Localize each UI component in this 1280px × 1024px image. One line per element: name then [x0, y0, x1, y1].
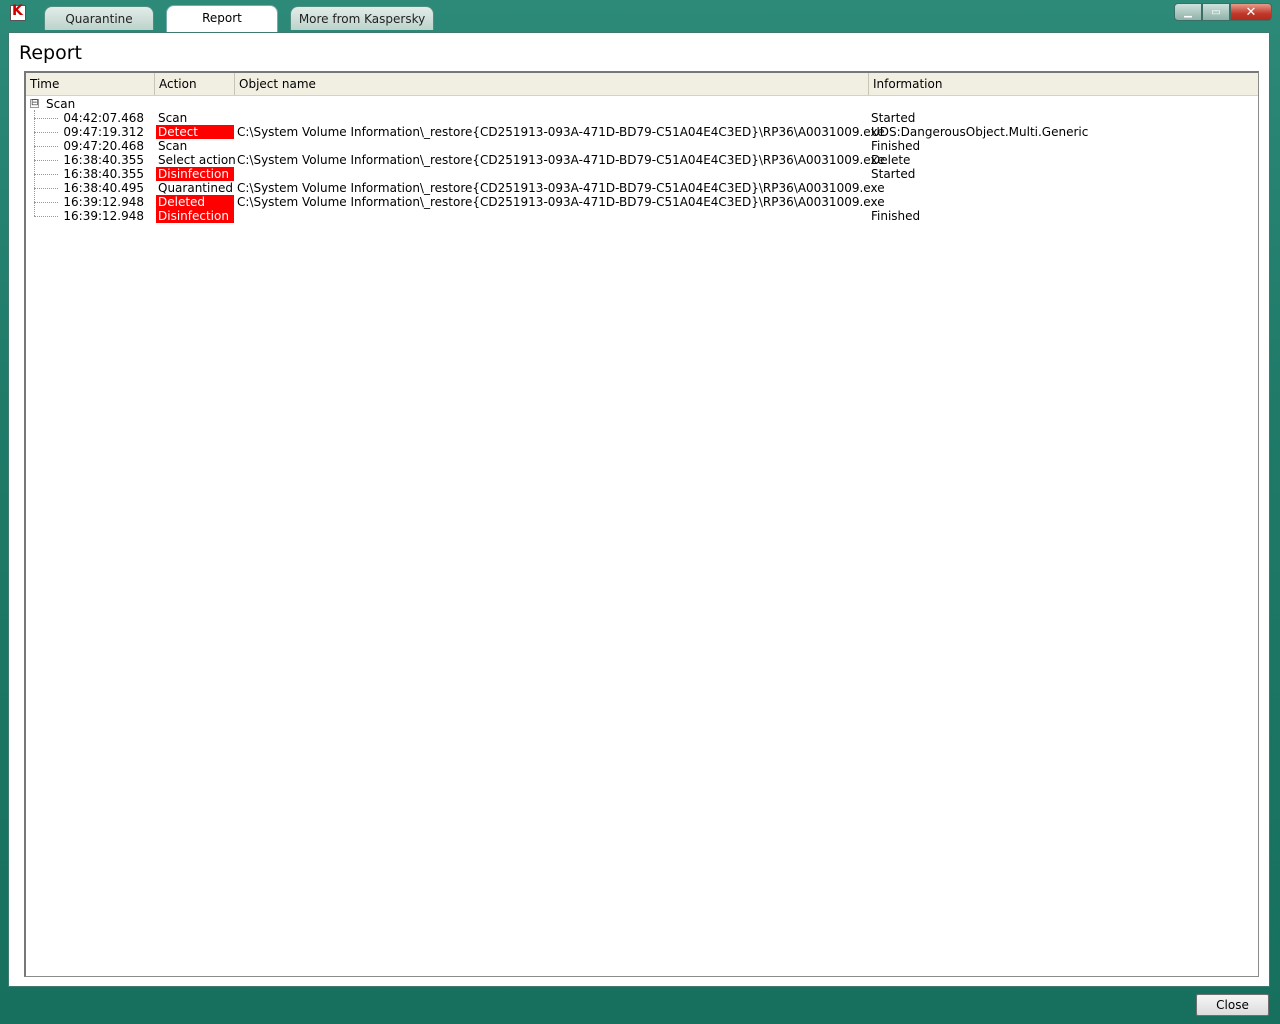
- column-header-time[interactable]: Time: [26, 73, 155, 95]
- cell-time: 04:42:07.468: [63, 111, 144, 125]
- cell-object-name: C:\System Volume Information\_restore{CD…: [237, 153, 885, 167]
- table-row[interactable]: 16:39:12.948 Deleted C:\System Volume Info…: [26, 195, 1258, 209]
- table-row[interactable]: 16:38:40.355 Disinfection Started: [26, 167, 1258, 181]
- table-row[interactable]: 09:47:19.312 Detect C:\System Volume Infor…: [26, 125, 1258, 139]
- maximize-button[interactable]: ▭: [1202, 3, 1230, 21]
- maximize-icon: ▭: [1211, 6, 1221, 18]
- tab-report[interactable]: Report: [166, 5, 278, 32]
- cell-time: 09:47:20.468: [63, 139, 144, 153]
- cell-action: Select action: [158, 153, 236, 167]
- cell-time: 16:39:12.948: [63, 209, 144, 223]
- tree-group-scan[interactable]: ⊟ Scan: [26, 97, 1258, 111]
- column-header-information[interactable]: Information: [869, 73, 1259, 95]
- cell-action: Detect: [156, 125, 234, 139]
- cell-information: Started: [871, 167, 916, 181]
- cell-information: UDS:DangerousObject.Multi.Generic: [871, 125, 1089, 139]
- cell-time: 16:38:40.355: [63, 167, 144, 181]
- close-icon: ✕: [1245, 4, 1257, 20]
- cell-object-name: C:\System Volume Information\_restore{CD…: [237, 195, 885, 209]
- table-row[interactable]: 16:39:12.948 Disinfection Finished: [26, 209, 1258, 223]
- cell-time: 16:38:40.495: [63, 181, 144, 195]
- table-header: Time Action Object name Information: [26, 73, 1258, 96]
- table-row[interactable]: 04:42:07.468 Scan Started: [26, 111, 1258, 125]
- column-header-action[interactable]: Action: [155, 73, 235, 95]
- cell-information: Delete: [871, 153, 911, 167]
- kaspersky-k-icon[interactable]: K: [10, 3, 26, 21]
- cell-time: 16:39:12.948: [63, 195, 144, 209]
- app-window: K Quarantine Report More from Kaspersky …: [0, 0, 1280, 1024]
- tab-quarantine[interactable]: Quarantine: [44, 6, 154, 30]
- minimize-button[interactable]: ▁: [1174, 3, 1202, 21]
- column-header-object-name[interactable]: Object name: [235, 73, 869, 95]
- table-row[interactable]: 16:38:40.495 Quarantined C:\System Volume …: [26, 181, 1258, 195]
- report-table[interactable]: Time Action Object name Information ⊟ Sc…: [24, 71, 1259, 977]
- cell-action: Quarantined: [158, 181, 233, 195]
- window-controls: ▁ ▭ ✕: [1174, 3, 1272, 22]
- cell-object-name: C:\System Volume Information\_restore{CD…: [237, 125, 885, 139]
- cell-action: Scan: [158, 139, 188, 153]
- minimize-icon: ▁: [1184, 6, 1192, 18]
- cell-action: Disinfection: [156, 167, 234, 181]
- cell-action: Deleted: [156, 195, 234, 209]
- table-row[interactable]: 16:38:40.355 Select action C:\System Volum…: [26, 153, 1258, 167]
- cell-time: 16:38:40.355: [63, 153, 144, 167]
- collapse-icon[interactable]: ⊟: [30, 99, 39, 108]
- tree-group-label: Scan: [46, 97, 76, 111]
- table-row[interactable]: 09:47:20.468 Scan Finished: [26, 139, 1258, 153]
- report-panel: Report Time Action Object name Informati…: [8, 32, 1270, 987]
- cell-information: Started: [871, 111, 916, 125]
- cell-action: Scan: [158, 111, 188, 125]
- cell-information: Finished: [871, 209, 921, 223]
- page-title: Report: [19, 42, 82, 64]
- tab-more-from-kaspersky[interactable]: More from Kaspersky: [290, 6, 434, 30]
- cell-object-name: C:\System Volume Information\_restore{CD…: [237, 181, 885, 195]
- cell-information: Finished: [871, 139, 921, 153]
- close-window-button[interactable]: ✕: [1230, 3, 1272, 21]
- cell-action: Disinfection: [156, 209, 234, 223]
- cell-time: 09:47:19.312: [63, 125, 144, 139]
- close-button[interactable]: Close: [1196, 994, 1269, 1016]
